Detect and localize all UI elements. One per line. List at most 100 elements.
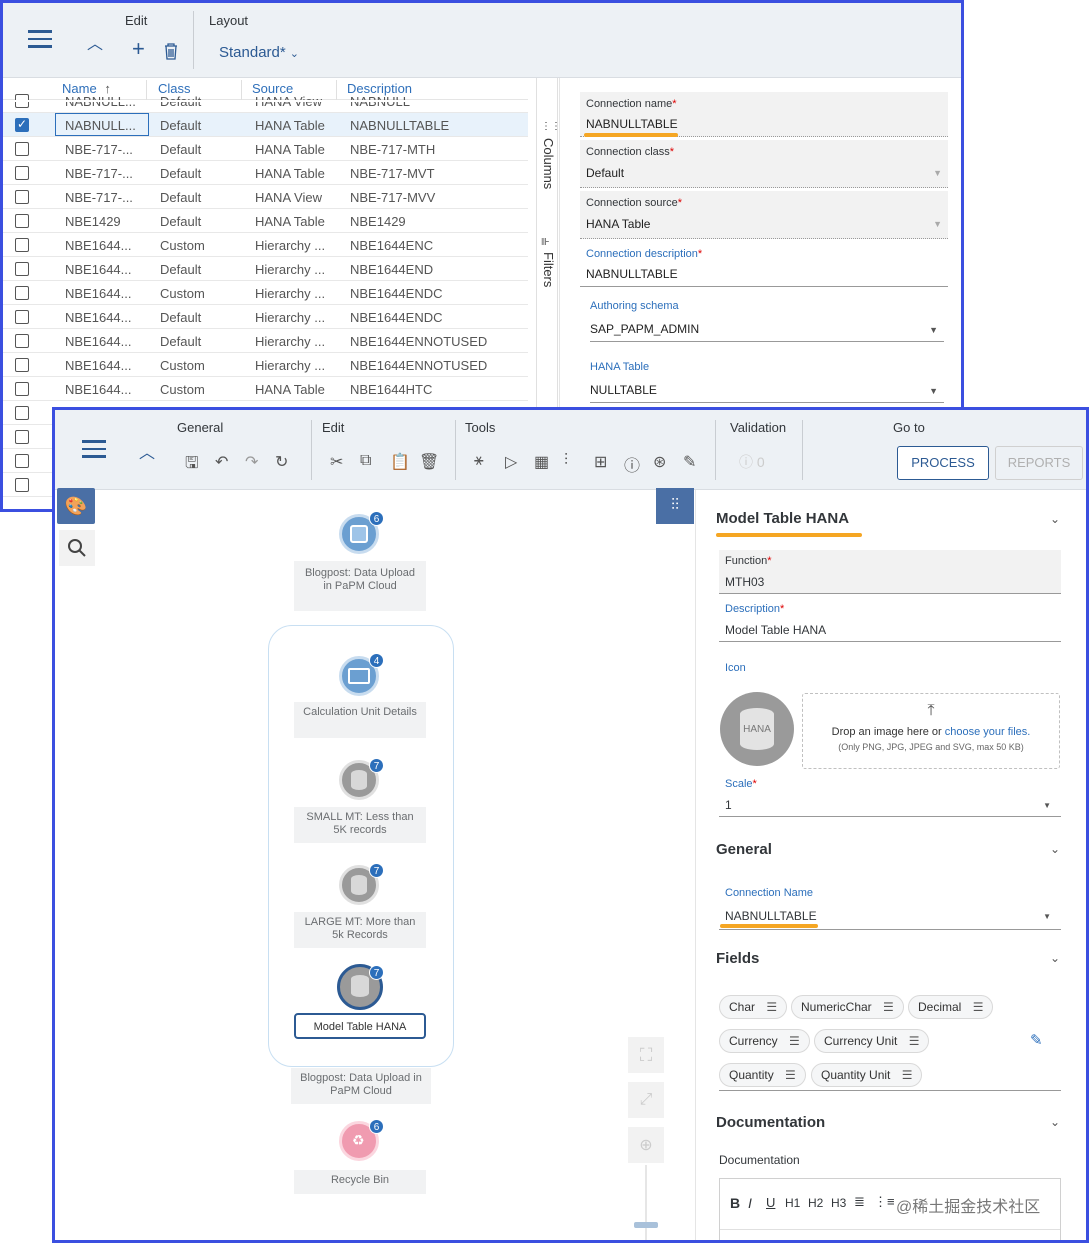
documentation-editor[interactable]: B I U H1 H2 H3 ≣ ⋮≡ @稀土掘金技术社区 (719, 1178, 1061, 1240)
table-row[interactable]: NBE1644... Default Hierarchy ... NBE1644ENN… (3, 329, 528, 353)
chevron-down-icon[interactable]: ⌄ (1050, 842, 1060, 856)
field-tag[interactable]: Char ☰ (719, 995, 788, 1019)
magic-wand-icon[interactable]: ⚹ (474, 452, 484, 470)
connection-name-field[interactable]: Connection name* NABNULLTABLE (580, 92, 948, 137)
run-icon[interactable]: ▷ (505, 452, 517, 472)
bullet-list-icon[interactable]: ≣ (854, 1194, 865, 1210)
menu-icon[interactable] (81, 439, 107, 459)
field-tag[interactable]: Quantity ☰ (719, 1063, 806, 1087)
row-checkbox[interactable] (15, 430, 29, 444)
field-tag[interactable]: Quantity Unit ☰ (811, 1063, 923, 1087)
copy-icon[interactable]: ⧉ (360, 452, 371, 470)
zoom-slider-handle[interactable] (634, 1222, 658, 1228)
small-mt-label[interactable]: SMALL MT: Less than 5K records (294, 807, 426, 843)
chevron-down-icon[interactable]: ⌄ (1050, 951, 1060, 965)
field-tag[interactable]: NumericChar ☰ (791, 995, 904, 1019)
chart-icon[interactable]: ⫶ (564, 452, 568, 470)
bold-button[interactable]: B (730, 1195, 740, 1211)
filters-tab[interactable]: ⊪ Filters (541, 237, 556, 287)
columns-tab[interactable]: ⋮⋮ Columns (541, 121, 561, 189)
row-checkbox[interactable] (15, 262, 29, 276)
row-checkbox[interactable] (15, 310, 29, 324)
large-mt-label[interactable]: LARGE MT: More than 5k Records (294, 912, 426, 948)
general-section-header[interactable]: General (716, 841, 772, 858)
connection-source-field[interactable]: Connection source* HANA Table ▼ (580, 191, 948, 239)
table-row[interactable]: NBE1644... Custom Hierarchy ... NBE1644ENNO… (3, 353, 528, 377)
cut-icon[interactable]: ✂ (330, 452, 343, 472)
connection-description-value[interactable]: NABNULLTABLE (586, 267, 942, 281)
zoom-in-icon[interactable]: ⊕ (628, 1127, 664, 1163)
hierarchy-icon[interactable]: ⊞ (594, 452, 607, 472)
layout-select[interactable]: Standard* ⌄ (219, 44, 299, 61)
table-row[interactable]: NBE-717-... Default HANA Table NBE-717-MVT (3, 161, 528, 185)
save-icon[interactable]: 🖫 (185, 452, 199, 479)
model-table-label[interactable]: Model Table HANA (294, 1013, 426, 1039)
table-row[interactable]: NBE1429 Default HANA Table NBE1429 (3, 209, 528, 233)
row-checkbox[interactable] (15, 190, 29, 204)
h2-button[interactable]: H2 (808, 1196, 823, 1210)
table-row[interactable]: NBE-717-... Default HANA Table NBE-717-MTH (3, 137, 528, 161)
zoom-slider[interactable] (645, 1165, 647, 1240)
table-row[interactable]: NBE1644... Custom Hierarchy ... NBE1644ENC (3, 233, 528, 257)
validation-status[interactable]: ⓘ 0 (739, 452, 765, 472)
group-label[interactable]: Blogpost: Data Upload in PaPM Cloud (291, 1068, 431, 1104)
search-graph-icon[interactable]: ⊛ (653, 452, 666, 472)
properties-toggle-button[interactable]: ⫶⫶ (656, 488, 694, 524)
table-row[interactable]: NBE1644... Default Hierarchy ... NBE1644END… (3, 305, 528, 329)
row-checkbox[interactable] (15, 358, 29, 372)
field-tag[interactable]: Decimal ☰ (908, 995, 994, 1019)
fields-section-header[interactable]: Fields (716, 950, 759, 967)
table-row[interactable]: NABNULL... Default HANA Table NABNULLTABLE (3, 113, 528, 137)
row-checkbox[interactable] (15, 214, 29, 228)
reports-button[interactable]: REPORTS (995, 446, 1083, 480)
table-icon[interactable]: ▦ (534, 452, 549, 472)
underline-button[interactable]: U (766, 1195, 775, 1210)
palette-button[interactable]: 🎨 (57, 488, 95, 524)
recycle-bin-label[interactable]: Recycle Bin (294, 1170, 426, 1194)
field-tag[interactable]: Currency Unit ☰ (814, 1029, 930, 1053)
choose-files-link[interactable]: choose your files. (945, 726, 1031, 738)
authoring-schema-field[interactable]: Authoring schema SAP_PAPM_ADMIN ▼ (590, 295, 944, 342)
description-field[interactable]: Description* Model Table HANA (719, 598, 1061, 642)
h1-button[interactable]: H1 (785, 1196, 800, 1210)
menu-icon[interactable] (27, 29, 53, 49)
scale-field[interactable]: Scale* 1 ▼ (719, 773, 1061, 817)
row-checkbox[interactable] (15, 382, 29, 396)
documentation-section-header[interactable]: Documentation (716, 1114, 825, 1131)
field-tag[interactable]: Currency ☰ (719, 1029, 810, 1053)
hana-table-field[interactable]: HANA Table NULLTABLE ▼ (590, 356, 944, 403)
row-checkbox[interactable] (15, 478, 29, 492)
fit-screen-icon[interactable]: ⛶ (628, 1037, 664, 1073)
row-checkbox[interactable] (15, 286, 29, 300)
italic-button[interactable]: I (748, 1195, 752, 1211)
chevron-down-icon[interactable]: ⌄ (1050, 512, 1060, 526)
chevron-down-icon[interactable]: ⌄ (1050, 1115, 1060, 1129)
row-checkbox[interactable] (15, 142, 29, 156)
delete-icon[interactable] (163, 42, 179, 63)
process-button[interactable]: PROCESS (897, 446, 989, 480)
info-icon[interactable]: ⓘ (624, 452, 640, 476)
undo-icon[interactable]: ↶ (215, 452, 228, 472)
edit-icon[interactable]: ✎ (683, 452, 696, 472)
expand-icon[interactable]: ⤢ (628, 1082, 664, 1118)
row-checkbox[interactable] (15, 238, 29, 252)
refresh-icon[interactable]: ↻ (275, 452, 288, 472)
row-checkbox[interactable] (15, 166, 29, 180)
image-drop-zone[interactable]: ⤒ Drop an image here or choose your file… (802, 693, 1060, 769)
table-row[interactable]: NBE1644... Custom Hierarchy ... NBE1644ENDC (3, 281, 528, 305)
delete-icon[interactable]: 🗑 (419, 452, 439, 472)
table-row[interactable]: NBE-717-... Default HANA View NBE-717-MVV (3, 185, 528, 209)
h3-button[interactable]: H3 (831, 1196, 846, 1210)
collapse-icon[interactable]: ︿ (139, 439, 155, 463)
calculation-unit-label[interactable]: Calculation Unit Details (294, 702, 426, 738)
pencil-icon[interactable]: ✎ (1030, 1031, 1043, 1049)
connection-description-field[interactable]: Connection description* NABNULLTABLE (580, 243, 948, 287)
table-row[interactable]: NBE1644... Custom HANA Table NBE1644HTC (3, 377, 528, 401)
collapse-icon[interactable]: ︿ (87, 30, 103, 54)
row-checkbox[interactable] (15, 334, 29, 348)
redo-icon[interactable]: ↷ (245, 452, 258, 472)
function-field[interactable]: Function* MTH03 (719, 550, 1061, 594)
connection-class-field[interactable]: Connection class* Default ▼ (580, 140, 948, 188)
row-checkbox[interactable] (15, 117, 29, 132)
search-button[interactable] (59, 530, 95, 566)
